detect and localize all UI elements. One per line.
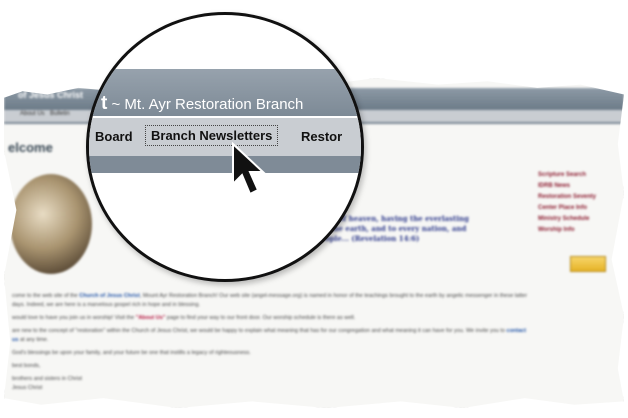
- body-paragraph: best bonds,: [12, 363, 41, 369]
- reader-badge-icon[interactable]: [570, 256, 606, 272]
- body-paragraph: Jesus Christ: [12, 385, 43, 391]
- sidebar-item-worship-info[interactable]: Worship Info: [538, 225, 624, 236]
- sidebar-item-center-place[interactable]: Center Place Info: [538, 203, 624, 214]
- page-heading: elcome: [8, 140, 53, 155]
- sidebar-links: Scripture Search IDRB News Restoration S…: [538, 170, 624, 236]
- sidebar-item-idrb-news[interactable]: IDRB News: [538, 181, 624, 192]
- sidebar-item-restoration-seventy[interactable]: Restoration Seventy: [538, 192, 624, 203]
- nav-bulletin[interactable]: Bulletin: [50, 111, 70, 117]
- text: would love to have you join us in worshi…: [12, 315, 136, 321]
- lens-sub-bar: [89, 156, 361, 173]
- sidebar-item-scripture-search[interactable]: Scripture Search: [538, 170, 624, 181]
- magnifier-lens: t ~ Mt. Ayr Restoration Branch Board Bra…: [86, 12, 364, 282]
- nav-board[interactable]: Board: [95, 129, 133, 144]
- site-title-small: of Jesus Christ: [18, 90, 84, 100]
- text: page to find your way to our front door.…: [165, 315, 356, 321]
- mouse-pointer-icon: [232, 142, 266, 196]
- welcome-body: come to the web site of the Church of Je…: [12, 292, 532, 393]
- body-paragraph: brothers and sisters in Christ: [12, 376, 82, 382]
- church-name: Church of Jesus Christ: [79, 293, 140, 299]
- nav-about-us[interactable]: About Us: [20, 111, 45, 117]
- sidebar-item-ministry-schedule[interactable]: Ministry Schedule: [538, 214, 624, 225]
- angel-image: [10, 174, 92, 274]
- text: come to the web site of the: [12, 293, 80, 299]
- text: at any time.: [18, 337, 49, 343]
- body-paragraph: are new to the concept of "restoration" …: [12, 327, 532, 345]
- about-us-link[interactable]: "About Us": [136, 315, 166, 321]
- site-title: t ~ Mt. Ayr Restoration Branch: [101, 93, 303, 115]
- text: are new to the concept of "restoration" …: [12, 328, 507, 334]
- body-paragraph: come to the web site of the Church of Je…: [12, 292, 532, 310]
- body-paragraph: God's blessings be upon your family, and…: [12, 350, 251, 356]
- body-paragraph: would love to have you join us in worshi…: [12, 314, 532, 323]
- title-rest: ~ Mt. Ayr Restoration Branch: [107, 96, 304, 113]
- nav-restoration[interactable]: Restor: [301, 129, 342, 144]
